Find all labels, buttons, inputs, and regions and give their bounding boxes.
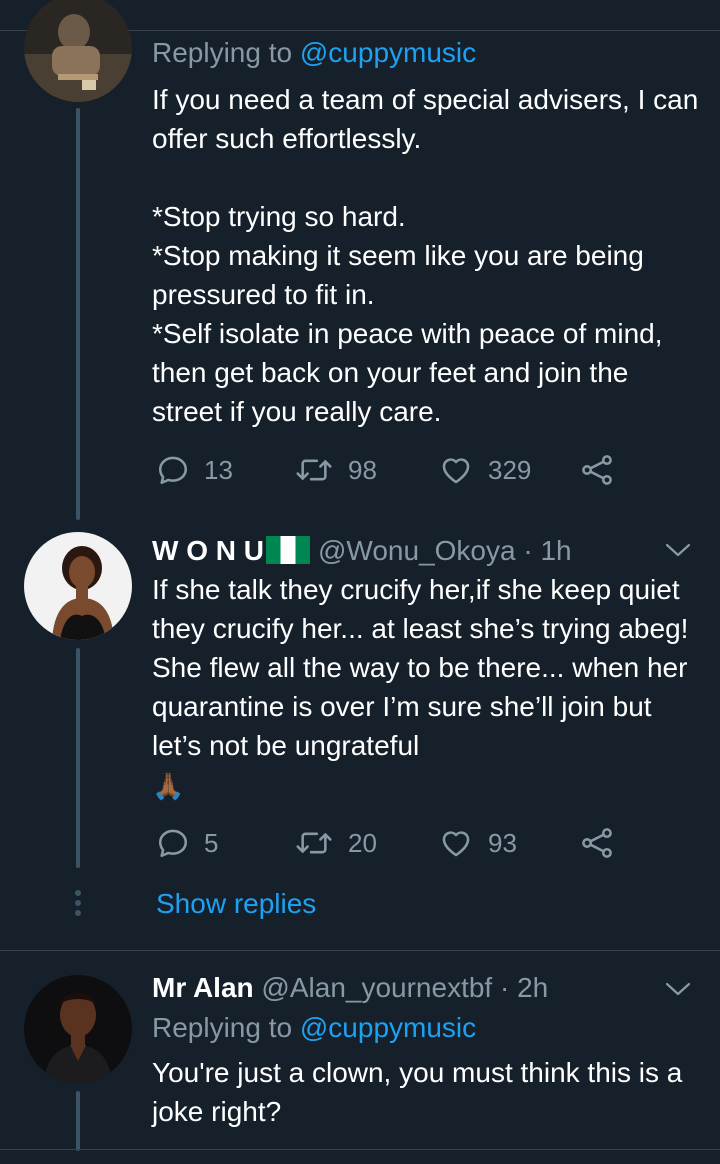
mention-link[interactable]: @cuppymusic: [300, 1012, 476, 1043]
share-icon: [582, 455, 612, 485]
tweet-header: Mr Alan @Alan_yournextbf · 2h: [152, 971, 704, 1005]
tweet-text: You're just a clown, you must think this…: [152, 1057, 691, 1127]
timestamp[interactable]: · 1h: [523, 535, 571, 566]
tweet-3[interactable]: Mr Alan @Alan_yournextbf · 2h Replying t…: [0, 951, 720, 1164]
reply-icon: [158, 829, 188, 858]
replying-to: Replying to @cuppymusic: [152, 37, 477, 68]
reply-button[interactable]: 13: [156, 450, 233, 490]
like-button[interactable]: 93: [438, 823, 517, 863]
user-handle[interactable]: @Wonu_Okoya: [318, 535, 516, 566]
retweet-icon: [296, 832, 332, 854]
reply-icon: [158, 456, 188, 485]
show-replies-link[interactable]: Show replies: [156, 887, 316, 921]
timestamp[interactable]: · 2h: [500, 972, 548, 1003]
mention-link[interactable]: @cuppymusic: [300, 37, 476, 68]
tweet-header: W O N U @Wonu_Okoya · 1h: [152, 534, 704, 568]
like-count: 329: [488, 454, 532, 485]
share-icon: [582, 828, 612, 858]
reply-button[interactable]: 5: [156, 823, 218, 863]
share-button[interactable]: [580, 450, 614, 490]
retweet-icon: [296, 459, 332, 481]
more-replies-dots: [74, 890, 82, 920]
heart-icon: [442, 831, 470, 857]
tweet-text: If she talk they crucify her,if she keep…: [152, 574, 697, 761]
avatar[interactable]: [24, 532, 132, 640]
avatar[interactable]: [24, 0, 132, 102]
tweet-text: If you need a team of special advisers, …: [152, 84, 699, 427]
emoji: 🙏🏾: [152, 771, 185, 801]
retweet-button[interactable]: 20: [294, 823, 377, 863]
tweet-actions: 13 98 329: [152, 450, 632, 490]
chevron-down-icon[interactable]: [664, 540, 692, 560]
nigeria-flag-icon: [266, 536, 310, 564]
share-button[interactable]: [580, 823, 614, 863]
like-count: 93: [488, 827, 517, 858]
like-button[interactable]: 329: [438, 450, 531, 490]
thread-line: [76, 648, 80, 868]
chevron-down-icon[interactable]: [664, 979, 692, 999]
reply-count: 5: [204, 827, 219, 858]
thread-line: [76, 108, 80, 520]
user-handle[interactable]: @Alan_yournextbf: [261, 972, 492, 1003]
bottom-divider: [0, 1149, 720, 1150]
tweet-1[interactable]: Replying to @cuppymusic If you need a te…: [0, 0, 720, 520]
display-name[interactable]: Mr Alan: [152, 972, 254, 1003]
retweet-count: 98: [348, 454, 377, 485]
heart-icon: [442, 458, 470, 484]
reply-count: 13: [204, 454, 233, 485]
avatar[interactable]: [24, 975, 132, 1083]
retweet-button[interactable]: 98: [294, 450, 377, 490]
display-name[interactable]: W O N U: [152, 535, 264, 566]
thread-line: [76, 1091, 80, 1151]
tweet-2[interactable]: W O N U @Wonu_Okoya · 1h If she talk they…: [0, 520, 720, 950]
retweet-count: 20: [348, 827, 377, 858]
tweet-actions: 5 20 93: [152, 823, 632, 863]
replying-to: Replying to @cuppymusic: [152, 1012, 477, 1043]
